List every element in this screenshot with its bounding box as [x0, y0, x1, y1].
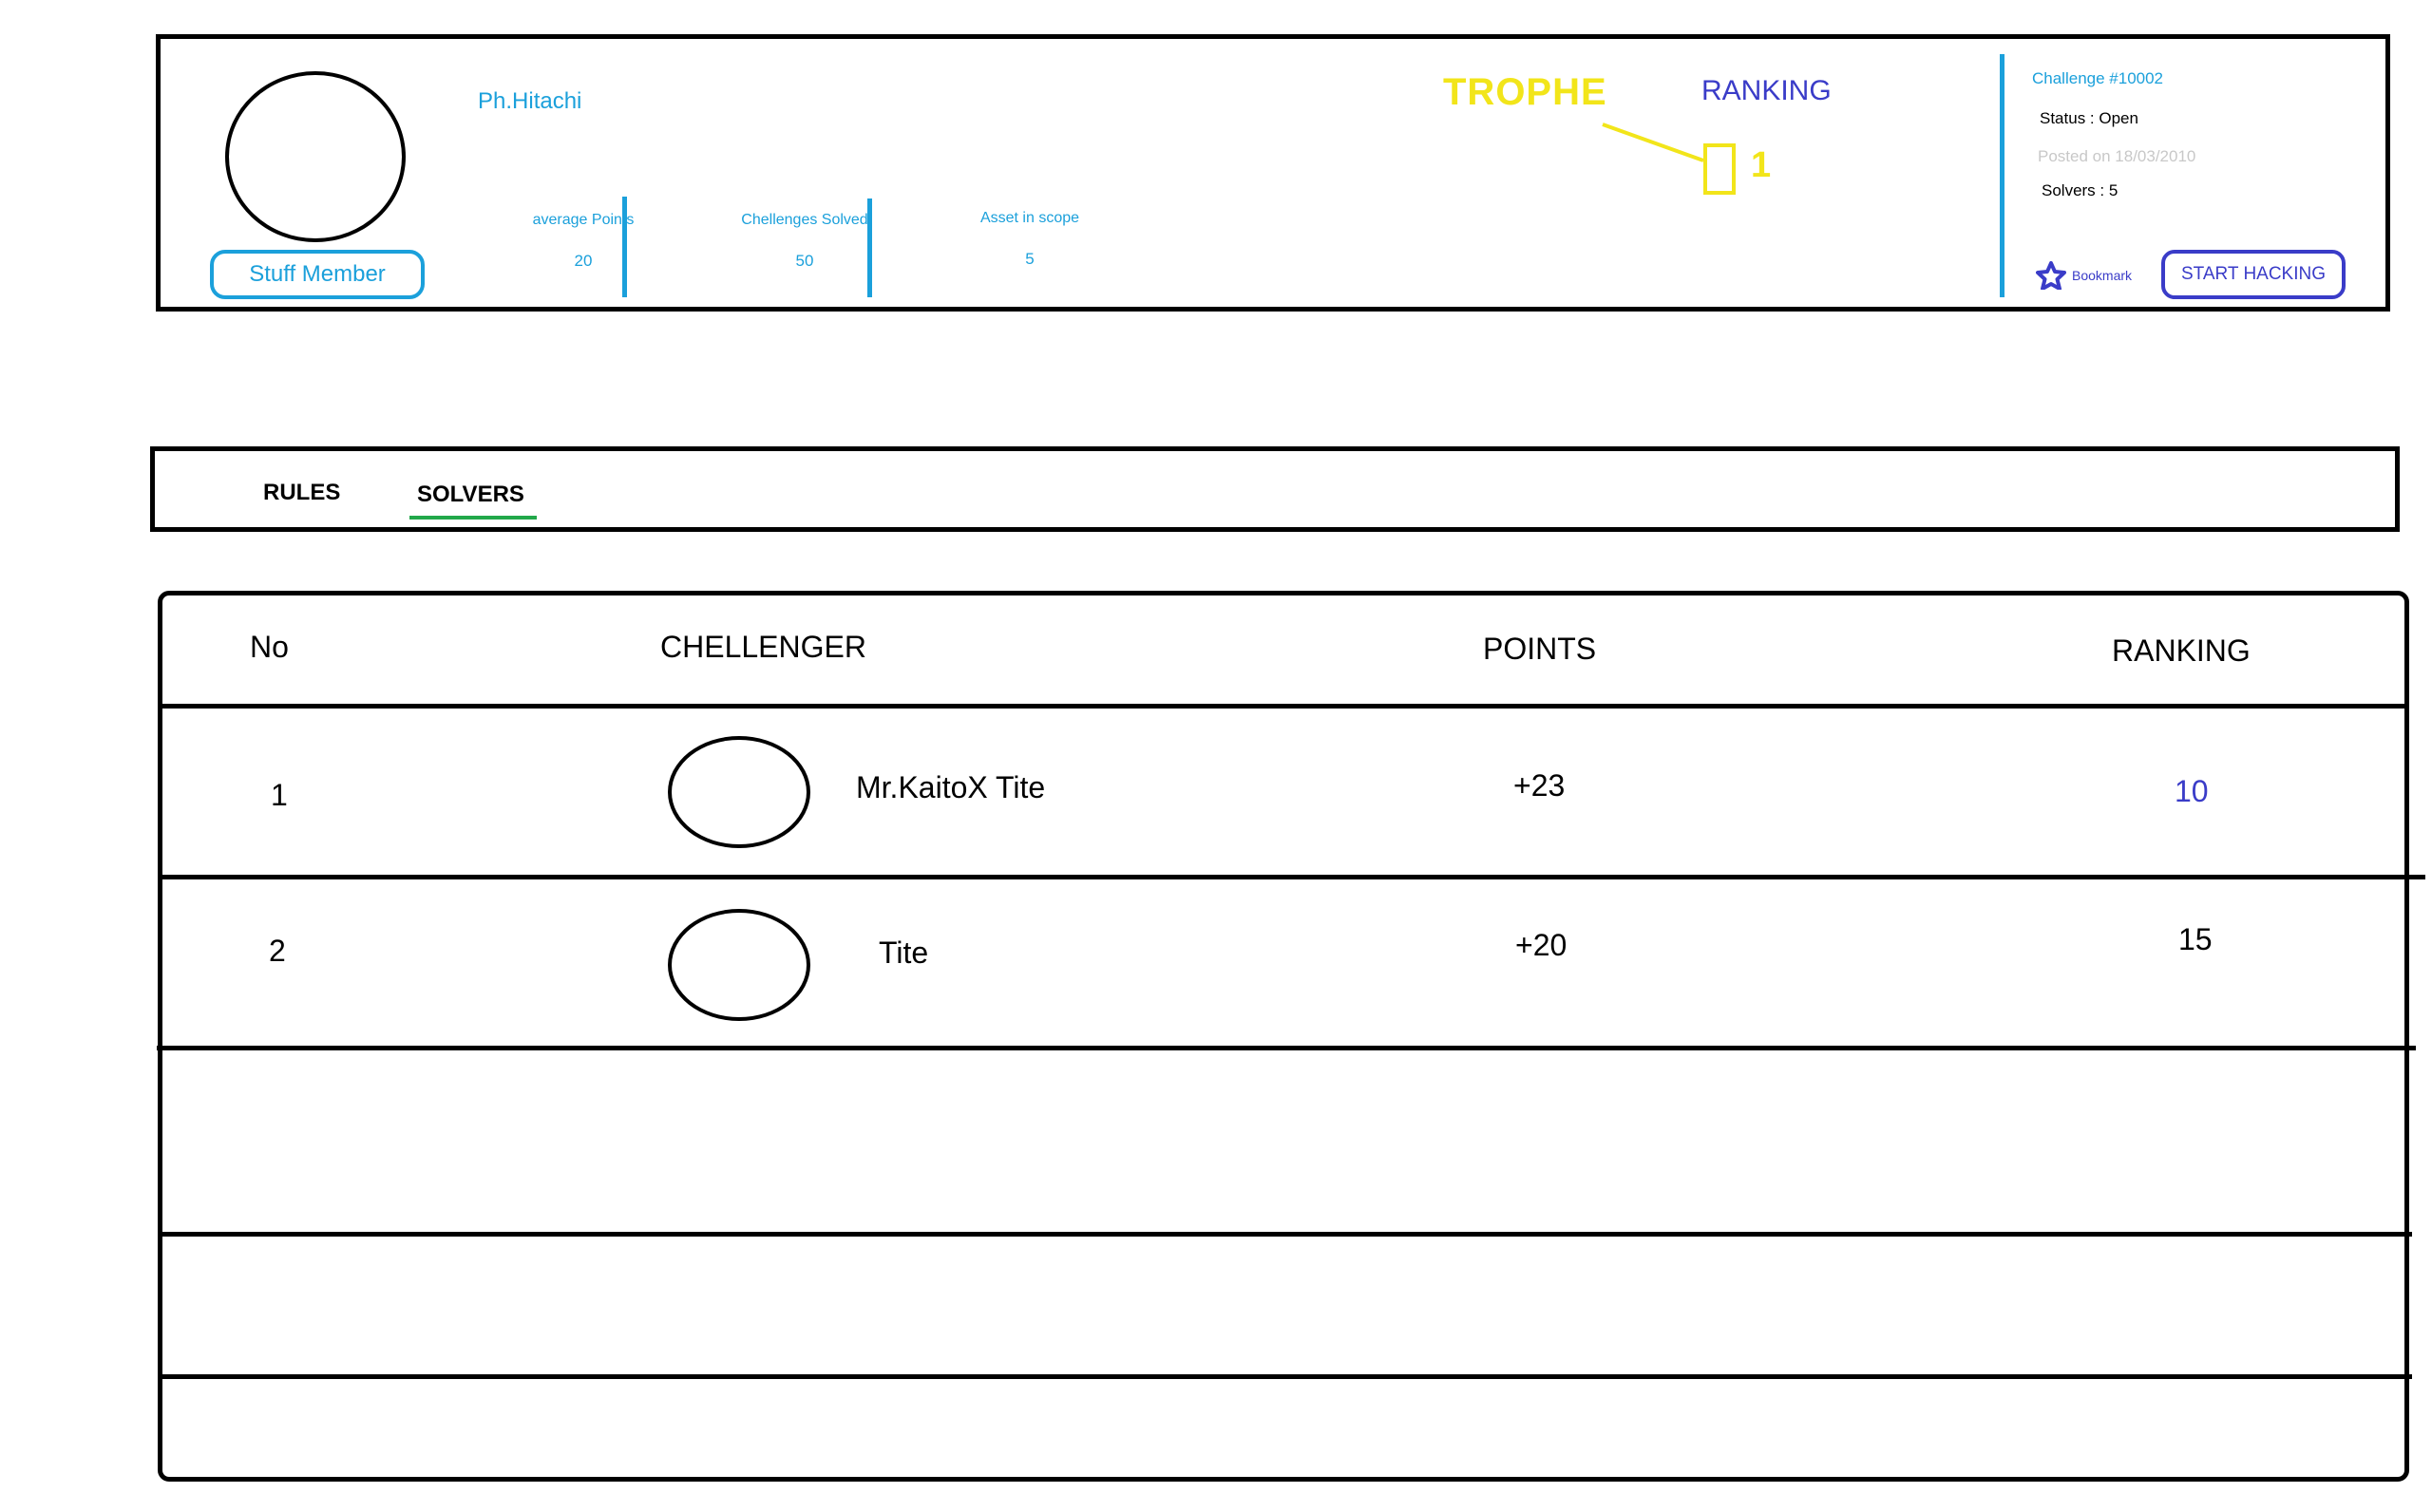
- bookmark-label: Bookmark: [2072, 268, 2133, 283]
- stat-value: 20: [574, 252, 593, 270]
- trophy-icon: [1703, 143, 1736, 195]
- challenge-solvers-count: Solvers : 5: [2042, 181, 2118, 199]
- solver-avatar[interactable]: [668, 736, 810, 848]
- bookmark-button[interactable]: Bookmark: [2036, 261, 2132, 290]
- active-tab-indicator: [409, 516, 537, 520]
- stat-challenges-solved: Chellenges Solved 50: [695, 212, 914, 271]
- challenge-divider: [2000, 54, 2004, 297]
- solver-avatar[interactable]: [668, 909, 810, 1021]
- stat-label: Asset in scope: [979, 210, 1080, 226]
- tab-solvers[interactable]: SOLVERS: [417, 482, 524, 508]
- trophy-count: 1: [1751, 145, 1772, 185]
- member-badge: Stuff Member: [210, 250, 425, 299]
- solver-ranking: 10: [2175, 774, 2209, 808]
- table-row-divider: [161, 875, 2425, 879]
- table-row-divider: [161, 1374, 2412, 1379]
- stat-value: 5: [1025, 250, 1035, 268]
- tab-rules[interactable]: RULES: [263, 480, 340, 506]
- stat-value: 50: [795, 252, 814, 270]
- profile-avatar[interactable]: [225, 71, 406, 242]
- table-header-divider: [161, 704, 2404, 709]
- start-hacking-button[interactable]: START HACKING: [2161, 250, 2346, 299]
- challenge-status: Status : Open: [2040, 109, 2138, 127]
- profile-username: Ph.Hitachi: [478, 88, 582, 114]
- solver-name[interactable]: Tite: [879, 936, 928, 971]
- table-row-divider: [161, 1232, 2412, 1237]
- solver-ranking: 15: [2178, 922, 2213, 956]
- solver-points: +23: [1513, 768, 1566, 803]
- solvers-table: No CHELLENGER POINTS RANKING 1 Mr.KaitoX…: [157, 591, 2425, 1482]
- header-ranking: RANKING: [2112, 633, 2251, 668]
- stat-label: average Points: [532, 212, 635, 228]
- stat-divider: [622, 197, 627, 297]
- table-row-divider: [157, 1046, 2416, 1050]
- challenge-posted-date: Posted on 18/03/2010: [2038, 147, 2196, 165]
- stat-average-points: average Points 20: [474, 212, 693, 271]
- stat-divider: [867, 198, 872, 297]
- ranking-title: RANKING: [1701, 75, 1832, 106]
- star-icon: [2036, 261, 2066, 290]
- row-number: 1: [271, 778, 288, 812]
- trophy-connector-line: [1602, 123, 1704, 162]
- challenge-id: Challenge #10002: [2032, 69, 2164, 87]
- header-points: POINTS: [1483, 632, 1597, 666]
- solver-points: +20: [1515, 928, 1568, 962]
- row-number: 2: [269, 934, 286, 968]
- stat-asset-in-scope: Asset in scope 5: [921, 210, 1139, 269]
- stat-label: Chellenges Solved: [741, 212, 868, 228]
- profile-header-card: Stuff Member Ph.Hitachi average Points 2…: [156, 34, 2390, 312]
- trophy-title: TROPHE: [1443, 71, 1607, 113]
- solver-name[interactable]: Mr.KaitoX Tite: [856, 770, 1045, 805]
- header-no: No: [250, 630, 289, 664]
- tab-bar: RULES SOLVERS: [150, 446, 2400, 532]
- header-challenger: CHELLENGER: [660, 630, 866, 664]
